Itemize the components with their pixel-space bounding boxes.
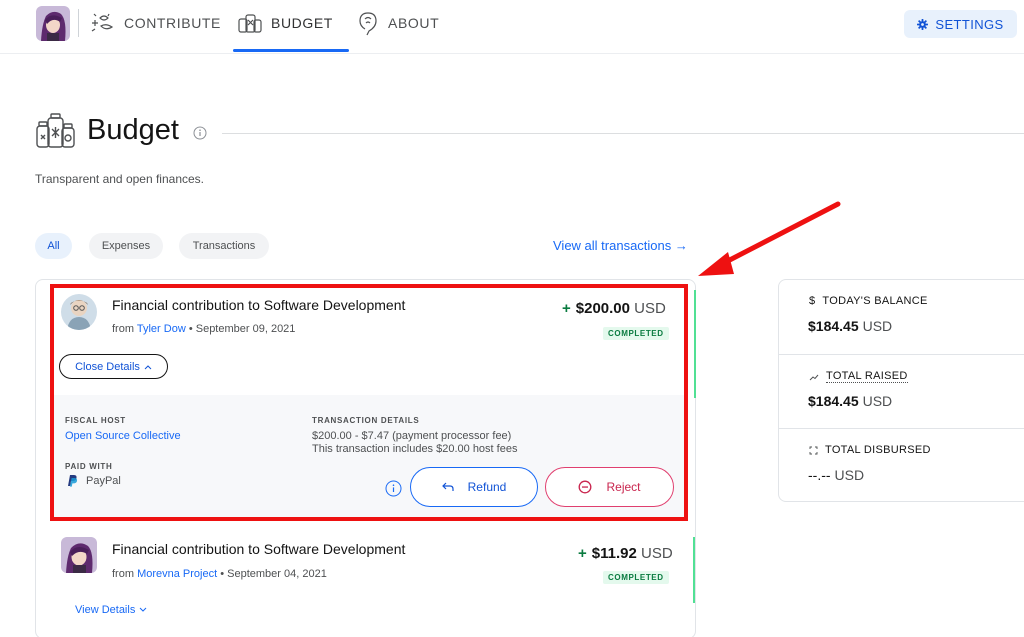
transaction-date: • September 04, 2021 [220,568,327,580]
refund-label: Refund [467,480,507,494]
transaction-title: Financial contribution to Software Devel… [112,541,406,557]
todays-balance-value: $184.45 USD [808,318,892,334]
total-raised-text[interactable]: TOTAL RAISED [826,370,908,383]
transaction-title: Financial contribution to Software Devel… [112,297,406,313]
amount-currency: USD [641,545,673,562]
nav-budget-label: BUDGET [271,15,333,31]
transaction-amount: + $11.92 USD [578,545,673,562]
close-details-label: Close Details [75,360,140,373]
contributor-link[interactable]: Morevna Project [137,568,217,580]
from-prefix: from [112,323,134,335]
total-disbursed-value: --.-- USD [808,467,864,483]
amount-sign: + [562,300,571,317]
paypal-icon [68,475,78,487]
collective-avatar-image [36,6,70,41]
total-disbursed-currency: USD [834,467,865,483]
total-raised-amount: $184.45 [808,393,859,409]
transaction-meta: from Morevna Project • September 04, 202… [112,568,327,580]
from-prefix: from [112,568,134,580]
view-details-label: View Details [75,604,136,616]
info-icon[interactable] [385,480,402,497]
payment-method: PayPal [66,474,121,487]
paid-with-label: PAID WITH [65,462,113,471]
transaction-details-label: TRANSACTION DETAILS [312,416,420,425]
total-raised-value: $184.45 USD [808,393,892,409]
collective-logo[interactable] [36,6,70,41]
todays-balance-amount: $184.45 [808,318,859,334]
logo-divider [78,9,79,37]
budget-icon [36,113,75,148]
todays-balance-text: TODAY'S BALANCE [822,295,928,307]
filter-expenses[interactable]: Expenses [89,233,163,259]
amount-sign: + [578,545,587,562]
transaction-amount: + $200.00 USD [562,300,666,317]
expand-icon [809,446,818,454]
annotation-arrow [698,201,841,276]
active-nav-indicator [233,49,349,52]
status-badge: COMPLETED [603,571,669,584]
status-indicator-line [694,290,696,398]
close-details-button[interactable]: Close Details [59,354,168,379]
total-disbursed-label: TOTAL DISBURSED [809,444,931,456]
status-badge: COMPLETED [603,327,669,340]
todays-balance-label: $ TODAY'S BALANCE [809,295,928,307]
nav-contribute-label: CONTRIBUTE [124,15,221,31]
info-icon[interactable] [193,126,207,140]
contributor-avatar[interactable] [61,537,97,573]
reject-label: Reject [606,480,641,494]
contributor-avatar-image [61,537,97,573]
paid-with-value: PayPal [86,474,121,487]
fiscal-host-link[interactable]: Open Source Collective [65,430,181,442]
reject-button[interactable]: Reject [545,467,674,507]
amount-value: $200.00 [575,300,630,317]
total-raised-currency: USD [862,393,893,409]
nav-about[interactable]: ABOUT [356,8,439,38]
page-title: Budget [87,114,179,146]
status-indicator-line [693,537,695,603]
contributor-avatar[interactable] [61,294,97,330]
minus-circle-icon [579,480,592,494]
transaction-meta: from Tyler Dow • September 09, 2021 [112,323,295,335]
nav-about-label: ABOUT [388,15,440,31]
refund-button[interactable]: Refund [410,467,538,507]
total-disbursed-amount: --.-- [808,467,831,483]
nav-contribute[interactable]: CONTRIBUTE [88,8,221,38]
title-divider [222,133,1024,134]
filter-transactions[interactable]: Transactions [179,233,269,259]
chevron-up-icon [144,364,152,369]
fiscal-host-label: FISCAL HOST [65,416,126,425]
view-all-transactions-link[interactable]: View all transactions → [553,238,688,253]
summary-divider [779,354,1024,355]
contribute-icon [91,13,114,32]
contributor-link[interactable]: Tyler Dow [137,323,186,335]
total-disbursed-text: TOTAL DISBURSED [825,444,931,456]
amount-currency: USD [634,300,666,317]
budget-icon [238,14,262,33]
settings-button[interactable]: SETTINGS [904,10,1017,38]
view-details-button[interactable]: View Details [75,604,147,616]
amount-value: $11.92 [591,545,637,562]
undo-icon [441,482,454,491]
total-raised-label: TOTAL RAISED [809,370,908,383]
contributor-avatar-image [61,294,97,330]
transaction-fee-line: $200.00 - $7.47 (payment processor fee) [312,430,512,442]
page-subtitle: Transparent and open finances. [35,172,205,186]
transaction-date: • September 09, 2021 [188,323,296,335]
filter-all[interactable]: All [35,233,72,259]
dollar-icon: $ [809,295,816,307]
chevron-down-icon [139,607,147,612]
nav-budget[interactable]: BUDGET [237,8,333,38]
gear-icon [917,18,929,30]
about-icon [359,12,377,36]
trend-up-icon [809,374,819,380]
summary-divider [779,428,1024,429]
settings-label: SETTINGS [935,16,1004,32]
top-navigation: CONTRIBUTE BUDGET ABOUT SETTINGS [0,0,1024,54]
todays-balance-currency: USD [862,318,893,334]
transaction-host-fee-line: This transaction includes $20.00 host fe… [312,443,518,455]
